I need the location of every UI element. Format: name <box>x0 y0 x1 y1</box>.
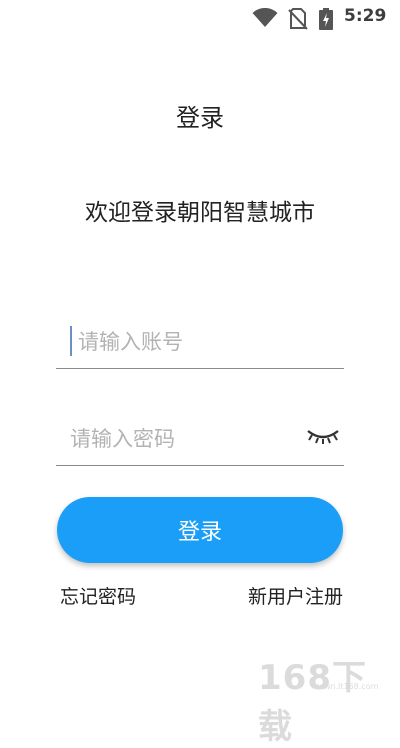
watermark-text: 168下载 <box>258 658 367 747</box>
eye-closed-icon[interactable] <box>306 425 340 447</box>
battery-charging-icon <box>319 8 333 30</box>
status-time: 5:29 <box>344 6 387 26</box>
account-input[interactable] <box>78 320 308 364</box>
login-button[interactable]: 登录 <box>57 497 343 563</box>
page-title: 登录 <box>176 104 224 132</box>
status-bar: 5:29 <box>0 0 400 36</box>
wifi-icon <box>252 8 278 27</box>
password-field <box>56 417 344 466</box>
watermark-subtext: down.lt168.com <box>314 682 379 691</box>
register-link[interactable]: 新用户注册 <box>248 582 343 609</box>
account-field <box>56 320 344 369</box>
forgot-password-link[interactable]: 忘记密码 <box>60 582 136 609</box>
text-cursor <box>70 326 72 356</box>
watermark-logo: 168下载 down.lt168.com <box>254 648 392 747</box>
no-sim-icon <box>288 8 308 30</box>
password-input[interactable] <box>70 417 300 461</box>
welcome-text: 欢迎登录朝阳智慧城市 <box>85 200 315 226</box>
